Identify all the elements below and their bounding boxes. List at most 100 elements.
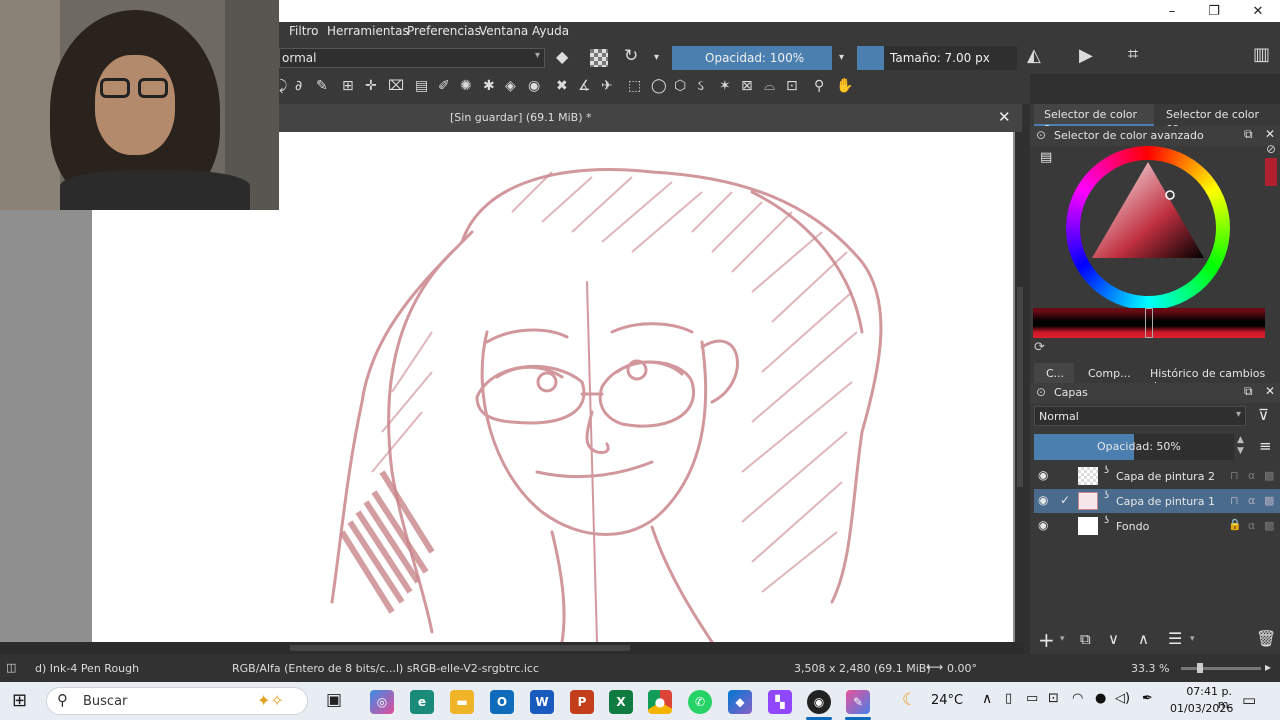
tab-color-selector-advanced[interactable]: Selector de color a...: [1034, 104, 1154, 134]
horizontal-scroll-thumb[interactable]: [290, 645, 630, 651]
menu-ayuda[interactable]: Ayuda: [532, 24, 569, 38]
contiguous-select-icon[interactable]: ✶: [719, 78, 731, 94]
alpha-icon[interactable]: α: [1248, 519, 1255, 532]
saturation-triangle[interactable]: [1086, 152, 1210, 262]
search-box[interactable]: ⚲ Buscar ✦✧: [46, 687, 308, 715]
eraser-icon[interactable]: ◆: [556, 49, 568, 65]
multibrush-icon[interactable]: ✱: [483, 78, 495, 94]
dynamic-brush-icon[interactable]: ✎: [316, 78, 328, 94]
mirror-horizontal-icon[interactable]: ◭: [1027, 47, 1041, 65]
weather-moon-icon[interactable]: ☾: [902, 690, 917, 710]
m365-icon[interactable]: ◆: [728, 690, 752, 714]
restore-button[interactable]: ❐: [1192, 0, 1236, 22]
alpha-icon[interactable]: α: [1248, 469, 1255, 482]
notifications-icon[interactable]: ▭: [1242, 691, 1256, 709]
speaker-icon[interactable]: ◁): [1115, 691, 1130, 706]
pan-tool-icon[interactable]: ✋: [836, 78, 853, 94]
smart-patch-icon[interactable]: ✺: [460, 78, 472, 94]
eye-icon[interactable]: ◉: [1038, 468, 1048, 482]
lock-icon[interactable]: ⊙: [1036, 128, 1046, 142]
task-view-icon[interactable]: ▣: [326, 690, 342, 710]
alpha-icon[interactable]: α: [1248, 494, 1255, 507]
twitch-icon[interactable]: ▚: [768, 690, 792, 714]
inherit-alpha-icon[interactable]: ▩: [1264, 469, 1274, 482]
color-settings-icon[interactable]: ▤: [1040, 150, 1052, 165]
wrap-around-icon[interactable]: ⌗: [1128, 46, 1138, 64]
move-tool-icon[interactable]: ✛: [365, 78, 377, 94]
whatsapp-icon[interactable]: ✆: [688, 690, 712, 714]
assistant-tool-icon[interactable]: ◉: [528, 78, 540, 94]
fill-tool-icon[interactable]: ◈: [505, 78, 516, 94]
ellipse-select-icon[interactable]: ◯: [651, 78, 667, 94]
document-tab-title[interactable]: [Sin guardar] (69.1 MiB) *: [450, 111, 592, 124]
wifi-icon[interactable]: ◠: [1072, 691, 1083, 706]
close-icon[interactable]: ✕: [1265, 127, 1275, 141]
menu-preferencias[interactable]: Preferencias: [407, 24, 481, 38]
outlook-icon[interactable]: O: [490, 690, 514, 714]
windows-start-icon[interactable]: ⊞: [12, 690, 27, 711]
freehand-select-icon[interactable]: ઽ: [697, 78, 704, 94]
close-button[interactable]: ✕: [1236, 0, 1280, 22]
tab-history[interactable]: Histórico de cambios d...: [1142, 363, 1280, 393]
inherit-alpha-icon[interactable]: ▩: [1264, 494, 1274, 507]
panel-layout-icon[interactable]: ▥: [1253, 46, 1270, 64]
similar-select-icon[interactable]: ⊠: [741, 78, 753, 94]
vertical-scroll-thumb[interactable]: [1017, 287, 1023, 487]
layer-opacity-slider[interactable]: Opacidad: 50%: [1034, 434, 1234, 460]
tray-app-icon[interactable]: ▭: [1026, 691, 1038, 706]
blend-mode-select[interactable]: ormal ▾: [279, 48, 545, 68]
chevron-down-icon[interactable]: ▾: [654, 50, 659, 66]
zoom-slider[interactable]: [1181, 663, 1261, 673]
clock-date[interactable]: 01/03/2026: [1170, 702, 1233, 715]
filter-icon[interactable]: ⊽: [1258, 406, 1269, 424]
zoom-tool-icon[interactable]: ⚲: [814, 78, 824, 94]
duplicate-layer-icon[interactable]: ⧉: [1080, 630, 1091, 648]
delete-layer-icon[interactable]: 🗑: [1256, 629, 1276, 648]
move-layer-down-icon[interactable]: ∨: [1108, 630, 1119, 648]
zoom-slider-handle[interactable]: [1197, 663, 1203, 673]
excel-icon[interactable]: X: [609, 690, 633, 714]
refresh-icon[interactable]: ⟳: [1034, 340, 1045, 355]
bezier-select-icon[interactable]: ⌓: [764, 78, 775, 94]
edge-icon[interactable]: e: [410, 690, 434, 714]
zoom-in-icon[interactable]: ▸: [1265, 660, 1271, 674]
menu-herramientas[interactable]: Herramientas: [327, 24, 409, 38]
pen-icon[interactable]: ✒: [1142, 691, 1153, 706]
color-strip[interactable]: [1033, 308, 1265, 338]
eye-icon[interactable]: ◉: [1038, 493, 1048, 507]
rotation-icon[interactable]: ⟷: [926, 660, 943, 674]
opacity-slider[interactable]: Opacidad: 100%: [672, 46, 832, 70]
ruler-tool-icon[interactable]: ∡: [578, 78, 591, 94]
tab-color-selector-specific[interactable]: Selector de color es...: [1156, 104, 1280, 134]
transform-tool-icon[interactable]: ⊞: [342, 78, 354, 94]
size-slider[interactable]: Tamaño: 7.00 px: [857, 46, 1017, 70]
layer-row[interactable]: ◉ ʖ Capa de pintura 2 ⊓ α ▩: [1034, 464, 1280, 488]
copilot-icon[interactable]: ◎: [370, 690, 394, 714]
gradient-tool-icon[interactable]: ▤: [415, 78, 428, 94]
lock-icon[interactable]: ⊓: [1230, 469, 1239, 482]
move-layer-up-icon[interactable]: ∧: [1138, 630, 1149, 648]
inherit-alpha-icon[interactable]: ▩: [1264, 519, 1274, 532]
brush-preset-icon[interactable]: ◫: [6, 661, 16, 674]
chevron-down-icon[interactable]: ▾: [839, 50, 844, 66]
chevron-down-icon[interactable]: ▾: [1060, 634, 1065, 644]
magnetic-select-icon[interactable]: ⊡: [786, 78, 798, 94]
layer-row[interactable]: ◉ ✓ ʖ Capa de pintura 1 ⊓ α ▩: [1034, 489, 1280, 513]
freehand-path-icon[interactable]: ∂: [295, 78, 302, 94]
no-color-icon[interactable]: ⊘: [1266, 142, 1276, 156]
horizontal-scrollbar[interactable]: [0, 642, 1024, 654]
layer-properties-icon[interactable]: ☰: [1168, 629, 1182, 648]
lock-icon[interactable]: ⊓: [1230, 494, 1239, 507]
krita-icon[interactable]: ✎: [846, 690, 870, 714]
tray-expand-icon[interactable]: ∧: [982, 691, 992, 707]
reload-preset-icon[interactable]: ↻: [624, 48, 638, 65]
layer-row[interactable]: ◉ ʖ Fondo 🔒 α ▩: [1034, 514, 1280, 538]
file-explorer-icon[interactable]: ▬: [450, 690, 474, 714]
vertical-scrollbar[interactable]: [1015, 132, 1025, 642]
color-picker-icon[interactable]: ✐: [438, 78, 450, 94]
chrome-icon[interactable]: ●: [648, 690, 672, 714]
lock-icon[interactable]: 🔒: [1228, 518, 1242, 531]
obs-icon[interactable]: ◉: [807, 690, 831, 714]
current-color-swatch[interactable]: [1265, 158, 1277, 186]
weather-temp[interactable]: 24°C: [931, 693, 963, 708]
